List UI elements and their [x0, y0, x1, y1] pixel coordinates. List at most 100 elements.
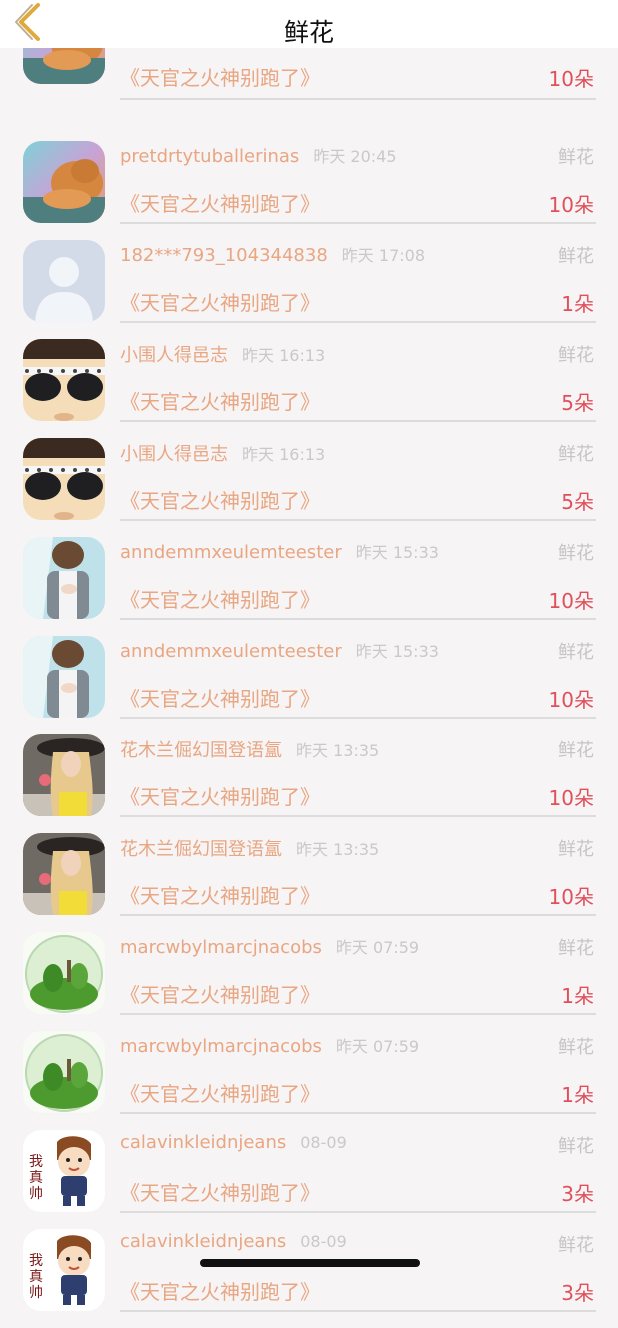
- timestamp: 昨天 17:08: [341, 246, 425, 265]
- divider: [120, 1112, 596, 1114]
- avatar[interactable]: [23, 636, 105, 718]
- user-name-text: 182***793_104344838: [120, 245, 328, 266]
- divider: [120, 618, 596, 620]
- avatar[interactable]: [23, 537, 105, 619]
- user-name[interactable]: anndemmxeulemteester 昨天 15:33: [120, 539, 439, 563]
- user-name[interactable]: 花木兰倔幻国登语氲 昨天 13:35: [120, 835, 379, 861]
- book-title[interactable]: 《天官之火神别跑了》: [120, 979, 320, 1008]
- timestamp: 昨天 15:33: [355, 543, 439, 562]
- book-title[interactable]: 《天官之火神别跑了》: [120, 880, 320, 909]
- timestamp: 昨天 20:45: [313, 147, 397, 166]
- avatar[interactable]: [23, 734, 105, 816]
- gift-count: 10朵: [548, 786, 594, 810]
- gift-type-label: 鲜花: [558, 839, 594, 860]
- book-title[interactable]: 《天官之火神别跑了》: [120, 485, 320, 514]
- home-indicator[interactable]: [200, 1259, 420, 1267]
- gift-count: 3朵: [561, 1281, 594, 1305]
- timestamp: 昨天 13:35: [296, 840, 380, 859]
- svg-text:真: 真: [29, 1170, 43, 1186]
- gift-type-label: 鲜花: [558, 1235, 594, 1256]
- book-title[interactable]: 《天官之火神别跑了》: [120, 781, 320, 810]
- list-item[interactable]: 花木兰倔幻国登语氲 昨天 13:35 鲜花 《天官之火神别跑了》 10朵: [0, 833, 618, 932]
- book-title[interactable]: 《天官之火神别跑了》: [120, 1276, 320, 1305]
- divider: [120, 1310, 596, 1312]
- gift-count: 10朵: [548, 193, 594, 217]
- gift-type-label: 鲜花: [558, 543, 594, 564]
- list-item[interactable]: anndemmxeulemteester 昨天 15:33 鲜花 《天官之火神别跑…: [0, 636, 618, 735]
- gift-type-label: 鲜花: [558, 345, 594, 366]
- avatar[interactable]: [23, 240, 105, 322]
- avatar[interactable]: [23, 141, 105, 223]
- gift-type-label: 鲜花: [558, 246, 594, 267]
- user-name-text: calavinkleidnjeans: [120, 1231, 287, 1252]
- svg-text:我: 我: [29, 1253, 43, 1269]
- list-item[interactable]: 我 真 帅 calavinkleidnjeans 08-09 鲜花 《天官之火神别…: [0, 1229, 618, 1328]
- book-title[interactable]: 《天官之火神别跑了》: [120, 1078, 320, 1107]
- timestamp: 昨天 16:13: [242, 346, 326, 365]
- avatar[interactable]: [23, 932, 105, 1014]
- divider: [120, 815, 596, 817]
- gift-count: 10朵: [548, 67, 594, 91]
- user-name[interactable]: calavinkleidnjeans 08-09: [120, 1132, 347, 1153]
- gift-count: 10朵: [548, 589, 594, 613]
- user-name-text: marcwbylmarcjnacobs: [120, 1036, 322, 1057]
- list-item[interactable]: 小围人得邑志 昨天 16:13 鲜花 《天官之火神别跑了》 5朵: [0, 339, 618, 438]
- avatar[interactable]: [23, 339, 105, 421]
- user-name[interactable]: marcwbylmarcjnacobs 昨天 07:59: [120, 934, 419, 958]
- user-name[interactable]: 小围人得邑志 昨天 16:13: [120, 341, 325, 367]
- svg-text:我: 我: [29, 1154, 43, 1170]
- user-name[interactable]: pretdrtytuballerinas 昨天 20:45: [120, 143, 397, 167]
- list-item[interactable]: 182***793_104344838 昨天 17:08 鲜花 《天官之火神别跑了…: [0, 240, 618, 339]
- gift-type-label: 鲜花: [558, 1037, 594, 1058]
- user-name-text: pretdrtytuballerinas: [120, 146, 300, 167]
- user-name-text: 小围人得邑志: [120, 345, 228, 366]
- timestamp: 昨天 07:59: [335, 1037, 420, 1056]
- book-title[interactable]: 《天官之火神别跑了》: [120, 287, 320, 316]
- timestamp: 08-09: [300, 1232, 347, 1251]
- divider: [120, 222, 596, 224]
- user-name[interactable]: 182***793_104344838 昨天 17:08: [120, 242, 425, 266]
- book-title[interactable]: 《天官之火神别跑了》: [120, 386, 320, 415]
- list-item[interactable]: 小围人得邑志 昨天 16:13 鲜花 《天官之火神别跑了》 5朵: [0, 438, 618, 537]
- gift-count: 10朵: [548, 688, 594, 712]
- book-title[interactable]: 《天官之火神别跑了》: [120, 683, 320, 712]
- book-title[interactable]: 《天官之火神别跑了》: [120, 584, 320, 613]
- list-item[interactable]: 花木兰倔幻国登语氲 昨天 13:35 鲜花 《天官之火神别跑了》 10朵: [0, 734, 618, 833]
- avatar[interactable]: [23, 1031, 105, 1113]
- user-name-text: anndemmxeulemteester: [120, 542, 342, 563]
- gift-count: 1朵: [561, 984, 594, 1008]
- book-title[interactable]: 《天官之火神别跑了》: [120, 62, 320, 91]
- list-item[interactable]: pretdrtytuballerinas 昨天 20:45 鲜花 《天官之火神别跑…: [0, 141, 618, 240]
- user-name[interactable]: marcwbylmarcjnacobs 昨天 07:59: [120, 1033, 419, 1057]
- list-item[interactable]: anndemmxeulemteester 昨天 15:33 鲜花 《天官之火神别跑…: [0, 537, 618, 636]
- user-name[interactable]: 小围人得邑志 昨天 16:13: [120, 440, 325, 466]
- avatar[interactable]: 我 真 帅: [23, 1130, 105, 1212]
- divider: [120, 717, 596, 719]
- svg-text:帅: 帅: [29, 1186, 43, 1202]
- book-title[interactable]: 《天官之火神别跑了》: [120, 188, 320, 217]
- nav-bar: 鲜花: [0, 0, 618, 48]
- user-name-text: 花木兰倔幻国登语氲: [120, 740, 282, 761]
- avatar[interactable]: [23, 833, 105, 915]
- gift-type-label: 鲜花: [558, 1136, 594, 1157]
- avatar[interactable]: [23, 438, 105, 520]
- list-item[interactable]: marcwbylmarcjnacobs 昨天 07:59 鲜花 《天官之火神别跑了…: [0, 932, 618, 1031]
- gift-type-label: 鲜花: [558, 444, 594, 465]
- list-item[interactable]: 《天官之火神别跑了》 10朵: [0, 2, 618, 141]
- gift-count: 10朵: [548, 885, 594, 909]
- user-name[interactable]: calavinkleidnjeans 08-09: [120, 1231, 347, 1252]
- gift-type-label: 鲜花: [558, 147, 594, 168]
- user-name[interactable]: 花木兰倔幻国登语氲 昨天 13:35: [120, 736, 379, 762]
- user-name[interactable]: anndemmxeulemteester 昨天 15:33: [120, 638, 439, 662]
- divider: [120, 321, 596, 323]
- timestamp: 昨天 15:33: [355, 642, 439, 661]
- book-title[interactable]: 《天官之火神别跑了》: [120, 1177, 320, 1206]
- user-name-text: calavinkleidnjeans: [120, 1132, 287, 1153]
- gift-count: 3朵: [561, 1182, 594, 1206]
- gift-count: 1朵: [561, 292, 594, 316]
- gift-count: 5朵: [561, 391, 594, 415]
- list-item[interactable]: marcwbylmarcjnacobs 昨天 07:59 鲜花 《天官之火神别跑了…: [0, 1031, 618, 1130]
- list-item[interactable]: 我 真 帅 calavinkleidnjeans 08-09 鲜花 《天官之火神别…: [0, 1130, 618, 1229]
- divider: [120, 420, 596, 422]
- avatar[interactable]: 我 真 帅: [23, 1229, 105, 1311]
